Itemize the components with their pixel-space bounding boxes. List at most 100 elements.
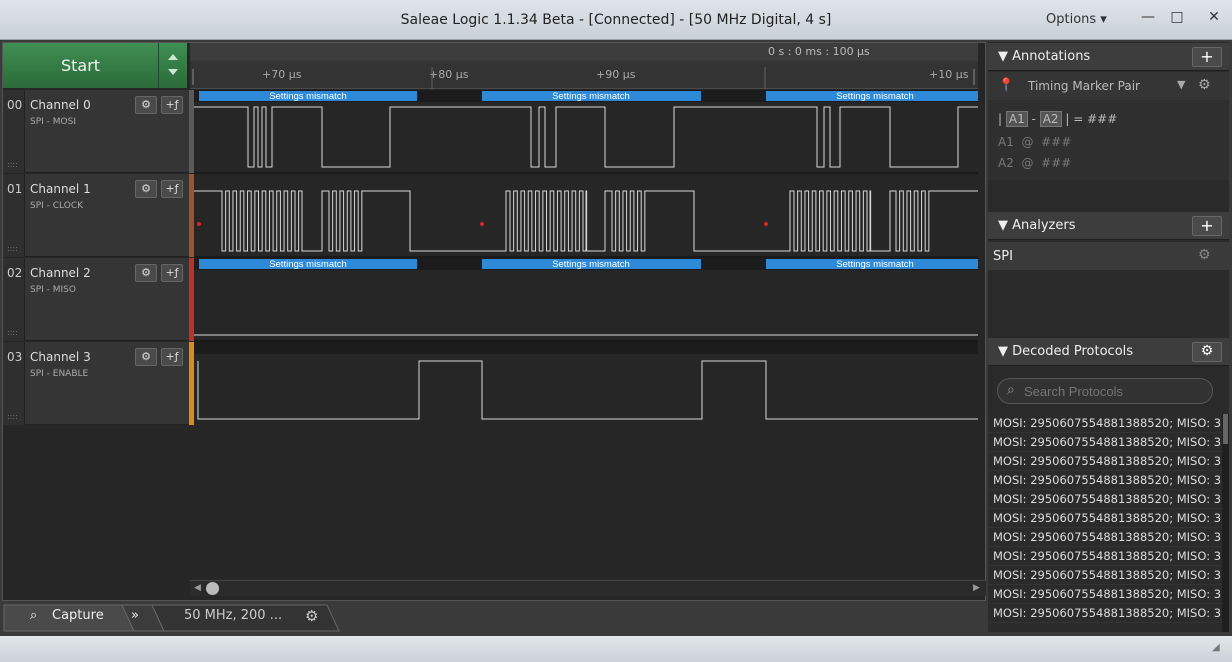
search-protocols-input[interactable] <box>1024 382 1204 400</box>
a2-label: A2 <box>998 156 1014 170</box>
decoded-row[interactable]: MOSI: 2950607554881388520; MISO: 3... <box>989 547 1221 566</box>
channel-analyzer-label: SPI - CLOCK <box>30 201 84 211</box>
waveform-area[interactable]: Settings mismatch Settings mismatch Sett… <box>194 89 978 425</box>
channel-number: 02 <box>7 266 23 280</box>
channel-settings-button[interactable]: ⚙ <box>135 348 157 366</box>
channel-settings-button[interactable]: ⚙ <box>135 264 157 282</box>
decoded-row[interactable]: MOSI: 2950607554881388520; MISO: 3... <box>989 604 1221 623</box>
collapse-triangle-icon: ▼ <box>998 344 1013 359</box>
channel-number: 03 <box>7 350 23 364</box>
channel-analyzer-label: SPI - MISO <box>30 285 76 295</box>
decoded-row[interactable]: MOSI: 2950607554881388520; MISO: 3... <box>989 509 1221 528</box>
search-icon: ⌕ <box>30 608 38 623</box>
decoded-scrollbar[interactable] <box>1222 414 1229 632</box>
channel-name[interactable]: Channel 0 <box>30 98 91 112</box>
scroll-thumb[interactable] <box>206 582 219 595</box>
channel-trigger-button[interactable]: +ƒ <box>161 96 183 114</box>
channel-row-2[interactable]: 02 Channel 2 SPI - MISO :::: ⚙ +ƒ <box>3 258 189 341</box>
maximize-button[interactable]: □ <box>1162 6 1192 28</box>
drag-handle-icon[interactable]: :::: <box>7 328 18 337</box>
collapse-triangle-icon: ▼ <box>998 218 1013 233</box>
minimize-button[interactable]: — <box>1133 6 1163 28</box>
settings-mismatch-label: Settings mismatch <box>552 259 630 270</box>
decoded-scroll-thumb[interactable] <box>1223 414 1228 444</box>
marker-measurements: | A1 - A2 | = ### A1 @ ### A2 @ ### <box>988 100 1229 180</box>
timing-marker-label: Timing Marker Pair <box>1028 79 1140 93</box>
a2-value: ### <box>1041 156 1072 170</box>
marker-a2-row: A2 @ ### <box>998 156 1071 170</box>
status-bar: ◢ <box>0 636 1232 662</box>
a1-at: @ <box>1021 135 1034 149</box>
channel-row-3[interactable]: 03 Channel 3 SPI - ENABLE :::: ⚙ +ƒ <box>3 342 189 425</box>
analyzer-item-spi[interactable]: SPI ⚙ <box>988 242 1229 270</box>
annotation-bubbles-miso[interactable]: Settings mismatch Settings mismatch Sett… <box>199 259 978 270</box>
channel-name[interactable]: Channel 1 <box>30 182 91 196</box>
channel-trigger-button[interactable]: +ƒ <box>161 348 183 366</box>
ruler-ticks <box>192 67 975 89</box>
decoded-row[interactable]: MOSI: 2950607554881388520; MISO: 3... <box>989 566 1221 585</box>
scroll-right-icon[interactable]: ▶ <box>973 583 980 593</box>
channel-name[interactable]: Channel 3 <box>30 350 91 364</box>
add-analyzer-button[interactable]: + <box>1192 216 1222 236</box>
search-protocols-field[interactable]: ⌕ <box>997 378 1213 404</box>
title-bar: Saleae Logic 1.1.34 Beta - [Connected] -… <box>0 0 1232 40</box>
decoded-row[interactable]: MOSI: 2950607554881388520; MISO: 3... <box>989 452 1221 471</box>
channel-number: 00 <box>7 98 23 112</box>
a1-value: ### <box>1041 135 1072 149</box>
arrow-down-icon <box>168 69 178 75</box>
marker-settings-gear-icon[interactable]: ⚙ <box>1198 77 1211 93</box>
pin-icon: 📍 <box>998 78 1015 93</box>
decoded-row[interactable]: MOSI: 2950607554881388520; MISO: 3... <box>989 433 1221 452</box>
marker-dash: - <box>1031 112 1036 126</box>
decoded-row[interactable]: MOSI: 2950607554881388520; MISO: 3... <box>989 490 1221 509</box>
horizontal-scrollbar[interactable]: ◀ ▶ <box>190 580 986 596</box>
scroll-left-icon[interactable]: ◀ <box>194 583 201 593</box>
channel-analyzer-label: SPI - ENABLE <box>30 369 89 379</box>
capture-tab[interactable]: Capture <box>52 604 104 630</box>
decoded-row[interactable]: MOSI: 2950607554881388520; MISO: 3... <box>989 528 1221 547</box>
resize-grip-icon[interactable]: ◢ <box>1212 642 1220 653</box>
decoded-row[interactable]: MOSI: 2950607554881388520; MISO: 3... <box>989 414 1221 433</box>
channel-analyzer-label: SPI - MOSI <box>30 117 76 127</box>
settings-mismatch-label: Settings mismatch <box>836 91 914 102</box>
drag-handle-icon[interactable]: :::: <box>7 412 18 421</box>
capture-rate-label[interactable]: 50 MHz, 200 ... <box>184 604 282 630</box>
settings-mismatch-label: Settings mismatch <box>552 91 630 102</box>
search-icon: ⌕ <box>1007 382 1015 398</box>
marker-a1-badge[interactable]: A1 <box>1005 111 1028 127</box>
drag-handle-icon[interactable]: :::: <box>7 244 18 253</box>
channel-settings-button[interactable]: ⚙ <box>135 180 157 198</box>
channel-name[interactable]: Channel 2 <box>30 266 91 280</box>
settings-mismatch-label: Settings mismatch <box>836 259 914 270</box>
channel-number: 01 <box>7 182 23 196</box>
clock-marker <box>480 222 484 226</box>
decoded-row[interactable]: MOSI: 2950607554881388520; MISO: 3... <box>989 471 1221 490</box>
close-button[interactable]: ✕ <box>1199 6 1229 28</box>
settings-mismatch-label: Settings mismatch <box>269 91 347 102</box>
start-options-arrows[interactable] <box>159 43 187 88</box>
channel-trigger-button[interactable]: +ƒ <box>161 180 183 198</box>
marker-result: = ### <box>1073 112 1118 126</box>
collapse-triangle-icon: ▼ <box>998 49 1013 64</box>
marker-dropdown-icon[interactable]: ▼ <box>1177 78 1185 91</box>
start-button[interactable]: Start <box>3 43 159 88</box>
channel-settings-button[interactable]: ⚙ <box>135 96 157 114</box>
options-menu[interactable]: Options ▾ <box>1046 12 1107 27</box>
analyzer-settings-gear-icon[interactable]: ⚙ <box>1198 247 1211 263</box>
decoded-settings-gear-icon[interactable]: ⚙ <box>1192 342 1222 362</box>
settings-mismatch-label: Settings mismatch <box>269 259 347 270</box>
capture-settings-gear-icon[interactable]: ⚙ <box>305 604 318 630</box>
expand-chevrons-icon[interactable]: » <box>131 604 139 630</box>
timing-marker-row[interactable]: 📍 Timing Marker Pair ▼ ⚙ <box>988 72 1229 100</box>
channel-row-0[interactable]: 00 Channel 0 SPI - MOSI :::: ⚙ +ƒ <box>3 90 189 173</box>
annotation-bubbles-mosi[interactable]: Settings mismatch Settings mismatch Sett… <box>199 91 978 102</box>
add-annotation-button[interactable]: + <box>1192 47 1222 67</box>
decoded-row[interactable]: MOSI: 2950607554881388520; MISO: 3... <box>989 585 1221 604</box>
channel-row-1[interactable]: 01 Channel 1 SPI - CLOCK :::: ⚙ +ƒ <box>3 174 189 257</box>
marker-a1-row: A1 @ ### <box>998 135 1071 149</box>
annotations-title: Annotations <box>1012 49 1091 64</box>
clock-marker <box>197 222 201 226</box>
marker-a2-badge[interactable]: A2 <box>1039 111 1062 127</box>
drag-handle-icon[interactable]: :::: <box>7 160 18 169</box>
channel-trigger-button[interactable]: +ƒ <box>161 264 183 282</box>
